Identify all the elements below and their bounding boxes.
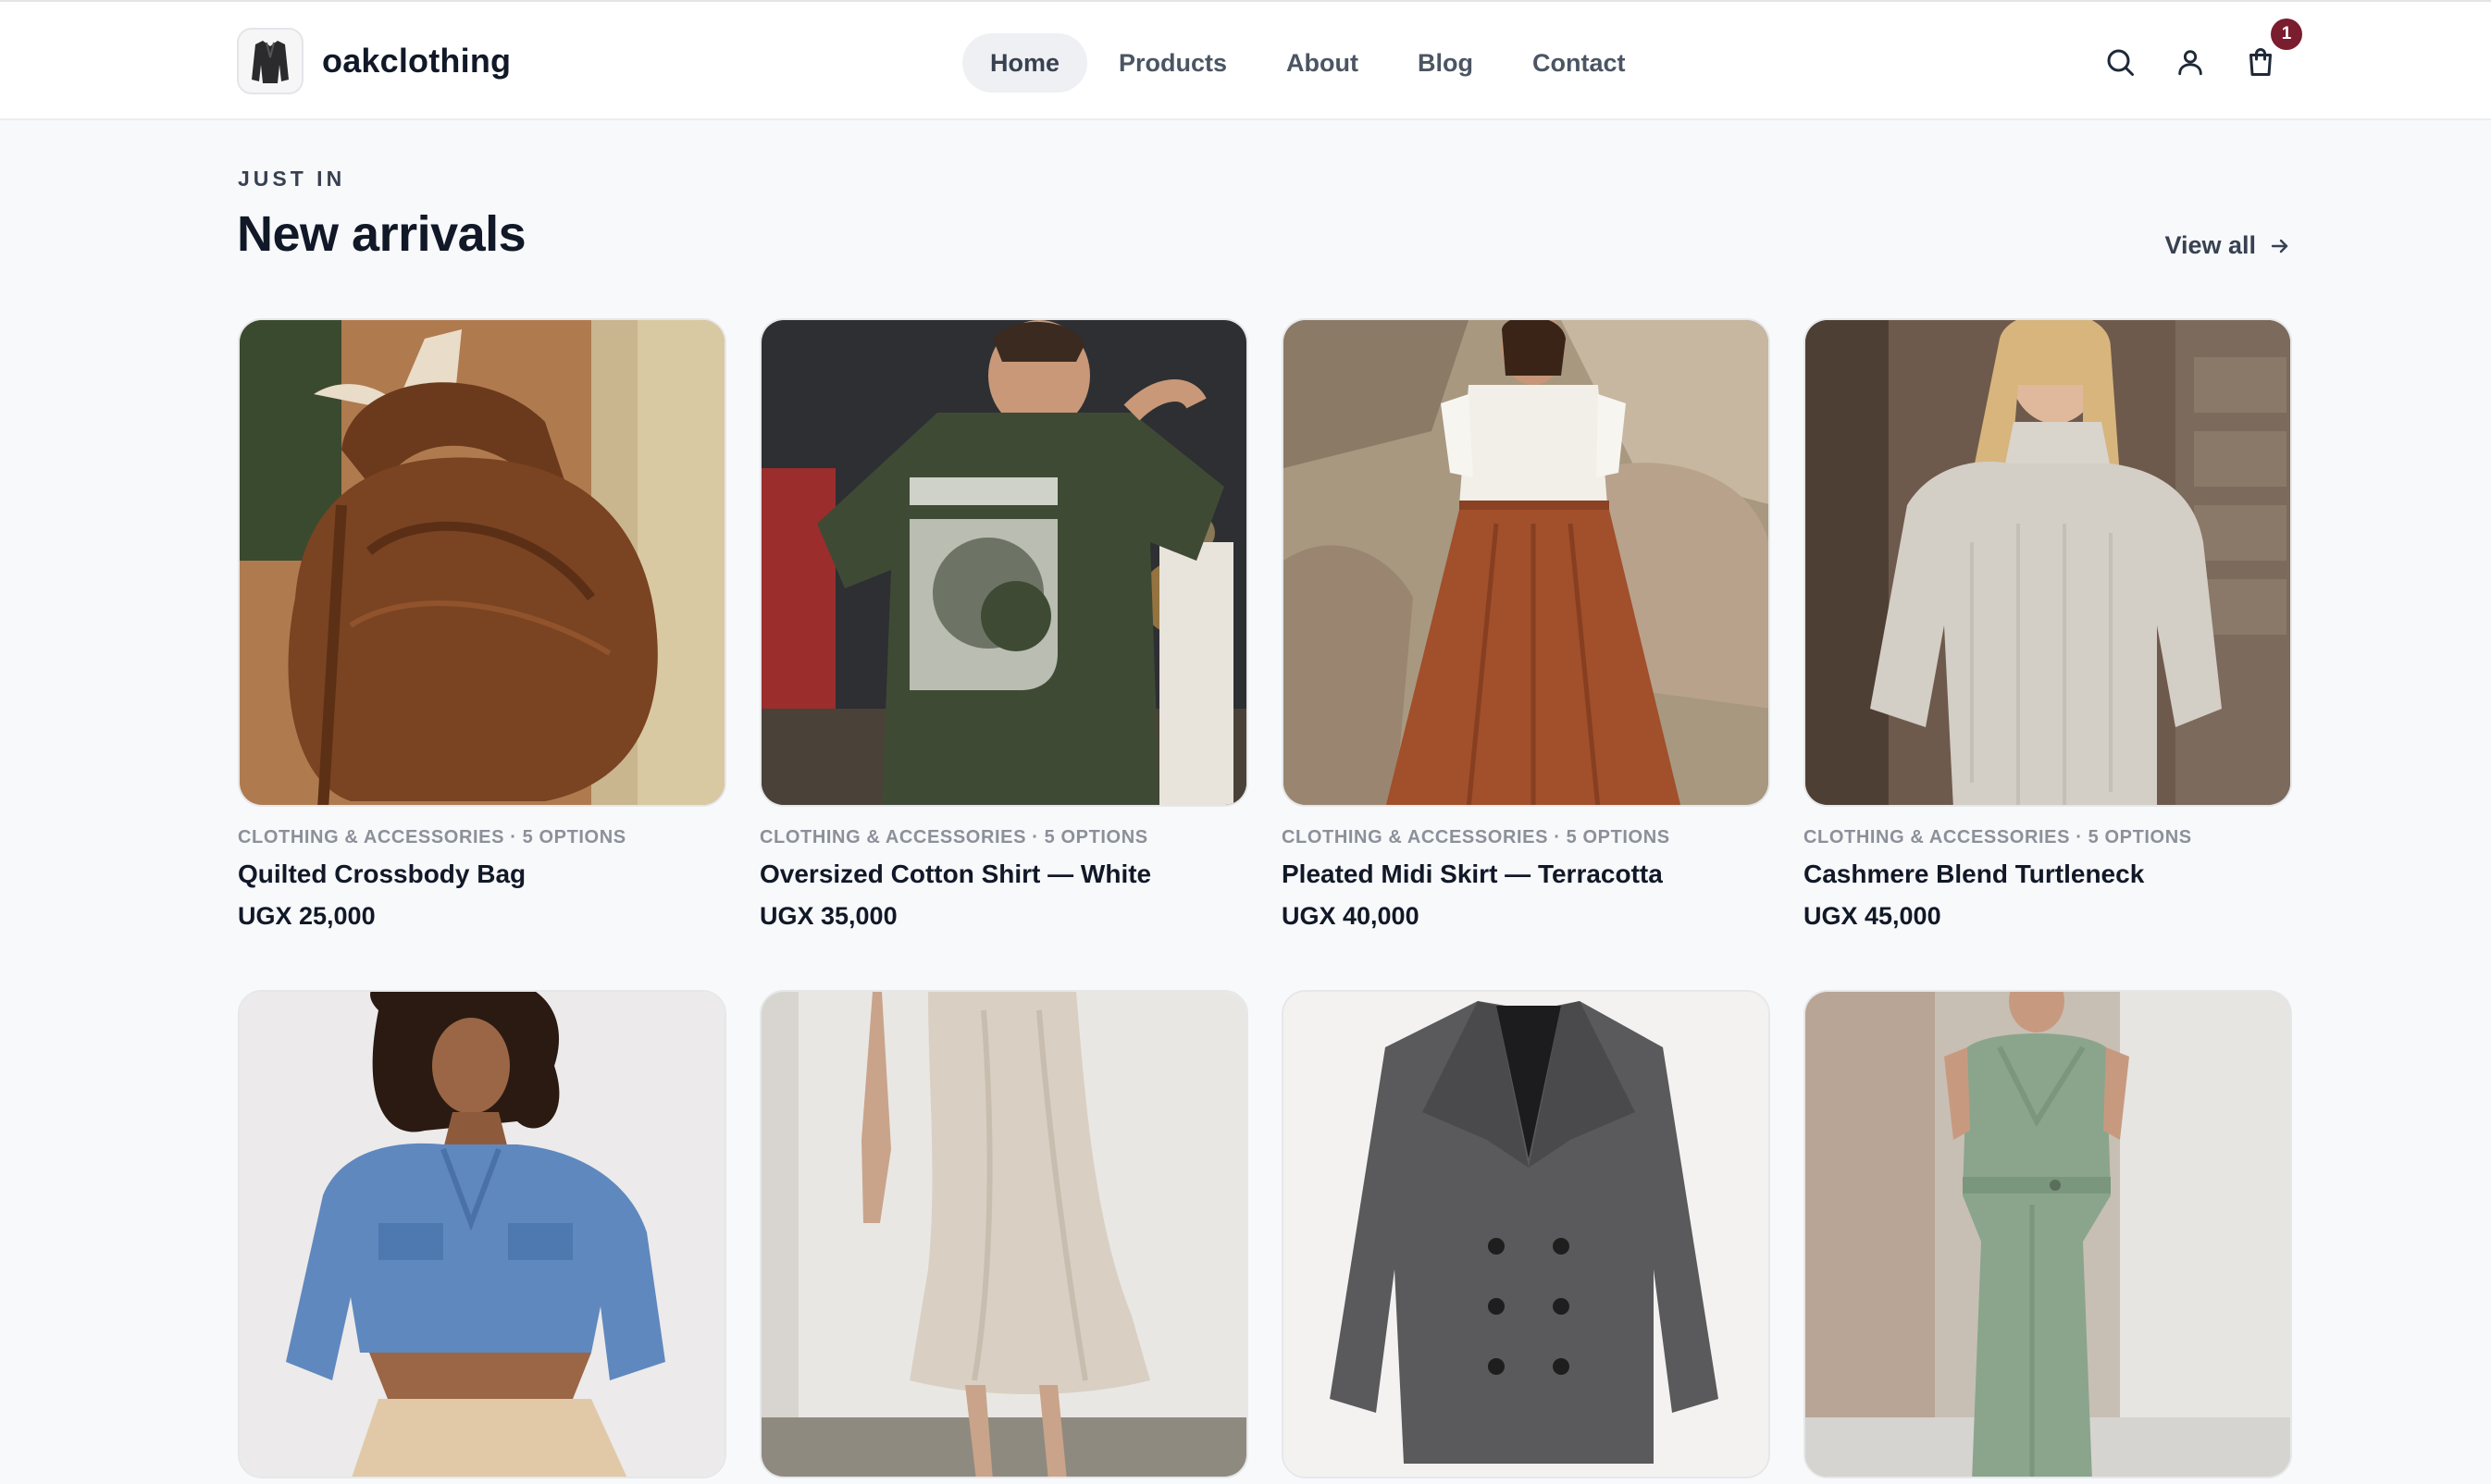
product-meta: CLOTHING & ACCESSORIES · 5 OPTIONS	[760, 827, 1148, 847]
nav-item-products[interactable]: Products	[1091, 33, 1255, 93]
product-name[interactable]: Oversized Cotton Shirt — White	[760, 859, 1248, 889]
product-price: UGX 35,000	[760, 902, 898, 930]
product-card[interactable]	[1803, 990, 2292, 1478]
row-spacer	[1803, 931, 2292, 990]
product-price: UGX 25,000	[238, 902, 376, 930]
user-icon	[2178, 50, 2202, 76]
product-meta: CLOTHING & ACCESSORIES · 5 OPTIONS	[1803, 827, 2192, 847]
section-eyebrow: JUST IN	[238, 167, 346, 191]
site-header: oakclothing Home Products About Blog Con…	[0, 0, 2491, 120]
olive-graphic-tee-photo[interactable]	[760, 318, 1248, 807]
product-name[interactable]: Pleated Midi Skirt — Terracotta	[1282, 859, 1770, 889]
account-button[interactable]	[2167, 39, 2213, 85]
header-actions: 1	[2097, 19, 2308, 85]
product-card[interactable]	[760, 990, 1248, 1478]
row-spacer	[760, 931, 1248, 990]
product-card[interactable]: CLOTHING & ACCESSORIES · 5 OPTIONS Quilt…	[238, 318, 726, 931]
arrow-right-icon	[2271, 239, 2288, 253]
satin-slip-skirt-photo[interactable]	[760, 990, 1248, 1478]
cart-count-badge: 1	[2271, 19, 2302, 50]
denim-crop-jacket-photo[interactable]	[238, 990, 726, 1478]
product-name[interactable]: Quilted Crossbody Bag	[238, 859, 726, 889]
product-meta: CLOTHING & ACCESSORIES · 5 OPTIONS	[1282, 827, 1670, 847]
product-card[interactable]	[238, 990, 726, 1478]
nav-item-about[interactable]: About	[1258, 33, 1386, 93]
brand[interactable]: oakclothing	[237, 28, 511, 94]
product-card[interactable]: CLOTHING & ACCESSORIES · 5 OPTIONS Cashm…	[1803, 318, 2292, 931]
grey-double-breasted-blazer-photo[interactable]	[1282, 990, 1770, 1478]
cart-button[interactable]: 1	[2237, 19, 2302, 85]
search-button[interactable]	[2097, 39, 2143, 85]
row-spacer	[1282, 931, 1770, 990]
view-all-label: View all	[2164, 231, 2256, 259]
search-icon	[2107, 49, 2134, 76]
blazer-logo-icon	[237, 28, 304, 94]
product-card[interactable]: CLOTHING & ACCESSORIES · 5 OPTIONS Pleat…	[1282, 318, 1770, 931]
product-price: UGX 40,000	[1282, 902, 1419, 930]
product-grid: CLOTHING & ACCESSORIES · 5 OPTIONS Quilt…	[238, 318, 2292, 1478]
product-name[interactable]: Cashmere Blend Turtleneck	[1803, 859, 2292, 889]
brand-name: oakclothing	[322, 42, 512, 80]
product-card[interactable]	[1282, 990, 1770, 1478]
nav-item-home[interactable]: Home	[962, 33, 1088, 93]
nav-item-blog[interactable]: Blog	[1390, 33, 1501, 93]
product-price: UGX 45,000	[1803, 902, 1941, 930]
main-nav: Home Products About Blog Contact	[962, 33, 1657, 93]
sage-wrap-jumpsuit-photo[interactable]	[1803, 990, 2292, 1478]
nav-item-contact[interactable]: Contact	[1505, 33, 1654, 93]
terracotta-skirt-photo[interactable]	[1282, 318, 1770, 807]
section-title: New arrivals	[237, 206, 527, 262]
shopping-bag-icon	[2249, 48, 2272, 76]
view-all-link[interactable]: View all	[2164, 231, 2291, 260]
product-card[interactable]: CLOTHING & ACCESSORIES · 5 OPTIONS Overs…	[760, 318, 1248, 931]
cream-turtleneck-photo[interactable]	[1803, 318, 2292, 807]
row-spacer	[238, 931, 726, 990]
brown-leather-bag-photo[interactable]	[238, 318, 726, 807]
product-meta: CLOTHING & ACCESSORIES · 5 OPTIONS	[238, 827, 626, 847]
